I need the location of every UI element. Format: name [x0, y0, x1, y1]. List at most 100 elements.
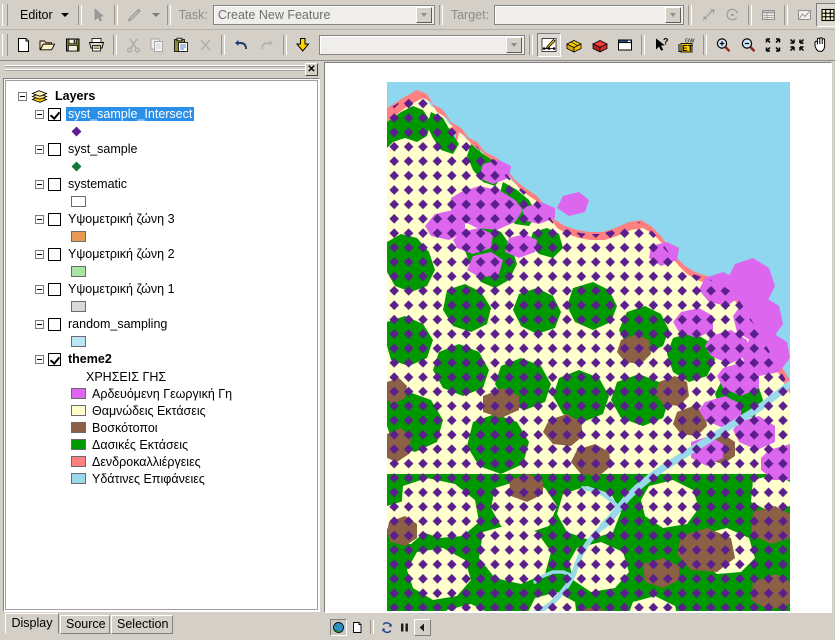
modelbuilder-button[interactable] — [587, 33, 613, 57]
layer-symbol-row — [12, 333, 311, 350]
map-bar-separator — [370, 620, 374, 634]
fixed-zoom-in-button[interactable] — [761, 33, 785, 57]
paste-clipboard-icon — [174, 37, 188, 52]
zoom-in-button[interactable] — [711, 33, 736, 57]
what-is-this-button[interactable]: GW ET — [673, 33, 699, 57]
editor-menu-button[interactable]: Editor — [11, 3, 74, 27]
save-button[interactable] — [60, 33, 84, 57]
delete-button[interactable] — [193, 33, 217, 57]
scale-combobox[interactable] — [319, 35, 525, 55]
scale-combobox-arrow[interactable] — [506, 37, 522, 53]
expand-collapse-icon[interactable] — [35, 214, 44, 224]
toolbar-separator — [688, 4, 693, 25]
expand-collapse-icon[interactable] — [35, 109, 44, 119]
tab-selection[interactable]: Selection — [111, 615, 173, 634]
save-floppy-icon — [65, 38, 79, 52]
toc-layer-ypsometriki-zoni-3[interactable]: Υψομετρική ζώνη 3 — [12, 210, 311, 228]
expand-collapse-icon[interactable] — [35, 179, 44, 189]
toolbar-separator — [784, 4, 789, 25]
expand-collapse-icon[interactable] — [18, 91, 27, 101]
pause-drawing-button[interactable] — [396, 619, 413, 636]
sketch-tool-button[interactable] — [122, 3, 146, 27]
layer-visibility-checkbox[interactable] — [48, 317, 61, 331]
paste-button[interactable] — [169, 33, 193, 57]
split-tool-button[interactable] — [696, 3, 720, 27]
expand-collapse-icon[interactable] — [35, 284, 44, 294]
legend-class-row: Βοσκότοποι — [12, 419, 311, 436]
zoom-out-button[interactable] — [736, 33, 761, 57]
layer-visibility-checkbox[interactable] — [48, 282, 61, 296]
toc-layer-theme2[interactable]: theme2 — [12, 350, 311, 368]
undo-button[interactable] — [229, 33, 254, 57]
toolbar-separator — [703, 35, 707, 55]
map-page-background — [326, 64, 830, 611]
toolbar-separator — [438, 4, 443, 25]
layer-symbol-row — [12, 263, 311, 280]
task-combobox[interactable]: Create New Feature — [212, 4, 435, 25]
sketch-tool-dropdown[interactable] — [146, 3, 163, 27]
add-data-button[interactable] — [291, 33, 315, 57]
layer-visibility-checkbox[interactable] — [48, 212, 61, 226]
layer-visibility-checkbox[interactable] — [48, 177, 61, 191]
target-combobox-arrow[interactable] — [665, 6, 682, 23]
rotate-tool-button[interactable] — [720, 3, 744, 27]
layer-visibility-checkbox[interactable] — [48, 142, 61, 156]
expand-collapse-icon[interactable] — [35, 319, 44, 329]
layer-visibility-checkbox[interactable] — [48, 352, 61, 366]
expand-collapse-icon[interactable] — [35, 354, 44, 364]
new-document-button[interactable] — [11, 33, 35, 57]
expand-collapse-icon[interactable] — [35, 249, 44, 259]
snapping-button[interactable] — [816, 2, 835, 27]
toc-root-label: Layers — [55, 89, 96, 103]
toc-titlebar[interactable]: ✕ — [3, 62, 320, 77]
toolbar-grip[interactable] — [2, 34, 8, 56]
toc-layer-ypsometriki-zoni-1[interactable]: Υψομετρική ζώνη 1 — [12, 280, 311, 298]
tab-source[interactable]: Source — [60, 615, 110, 634]
rotate-tool-icon — [726, 8, 738, 20]
sketch-properties-icon — [797, 9, 811, 20]
legend-class-row: Δασικές Εκτάσεις — [12, 436, 311, 453]
expand-collapse-icon[interactable] — [35, 144, 44, 154]
legend-class-row: Θαμνώδεις Εκτάσεις — [12, 402, 311, 419]
toc-root-layers[interactable]: Layers — [12, 87, 311, 105]
redo-button[interactable] — [254, 33, 279, 57]
toc-layer-systematic[interactable]: systematic — [12, 175, 311, 193]
class-color-swatch — [71, 456, 86, 467]
layer-visibility-checkbox[interactable] — [48, 107, 61, 121]
toc-tree[interactable]: Layers syst_sample_Intersect syst_sample… — [5, 80, 318, 610]
copy-button[interactable] — [145, 33, 169, 57]
class-label: Δασικές Εκτάσεις — [92, 437, 189, 452]
refresh-view-button[interactable] — [378, 619, 395, 636]
command-window-button[interactable] — [613, 33, 637, 57]
select-elements-button[interactable]: ? — [649, 33, 673, 57]
open-file-button[interactable] — [35, 33, 60, 57]
toc-body: Layers syst_sample_Intersect syst_sample… — [3, 78, 320, 612]
data-view-button[interactable] — [330, 618, 347, 636]
layer-visibility-checkbox[interactable] — [48, 247, 61, 261]
toggle-contents-button[interactable] — [414, 618, 431, 636]
sketch-properties-button[interactable] — [792, 3, 816, 27]
toc-layer-ypsometriki-zoni-2[interactable]: Υψομετρική ζώνη 2 — [12, 245, 311, 263]
tab-display[interactable]: Display — [5, 613, 59, 634]
toolbar-grip[interactable] — [2, 3, 8, 26]
toc-drag-grip[interactable] — [5, 65, 305, 74]
attributes-button[interactable] — [756, 3, 780, 27]
arctoolbox-button[interactable] — [561, 33, 587, 57]
edit-tool-arrow-button[interactable] — [86, 3, 110, 27]
layer-symbol-row — [12, 298, 311, 315]
target-combobox[interactable] — [494, 4, 685, 25]
close-icon[interactable]: ✕ — [305, 63, 318, 76]
cut-button[interactable] — [121, 33, 145, 57]
layout-view-button[interactable] — [348, 619, 365, 636]
toc-layer-syst-sample-intersect[interactable]: syst_sample_Intersect — [12, 105, 311, 123]
pan-button[interactable] — [809, 33, 834, 57]
polygon-symbol-swatch — [71, 301, 86, 312]
toc-layer-syst-sample[interactable]: syst_sample — [12, 140, 311, 158]
class-color-swatch — [71, 388, 86, 399]
map-canvas[interactable] — [387, 82, 790, 611]
task-combobox-arrow[interactable] — [415, 6, 432, 23]
fixed-zoom-out-button[interactable] — [785, 33, 809, 57]
print-button[interactable] — [84, 33, 109, 57]
editor-toolbar-toggle[interactable] — [537, 33, 561, 57]
toc-layer-random-sampling[interactable]: random_sampling — [12, 315, 311, 333]
